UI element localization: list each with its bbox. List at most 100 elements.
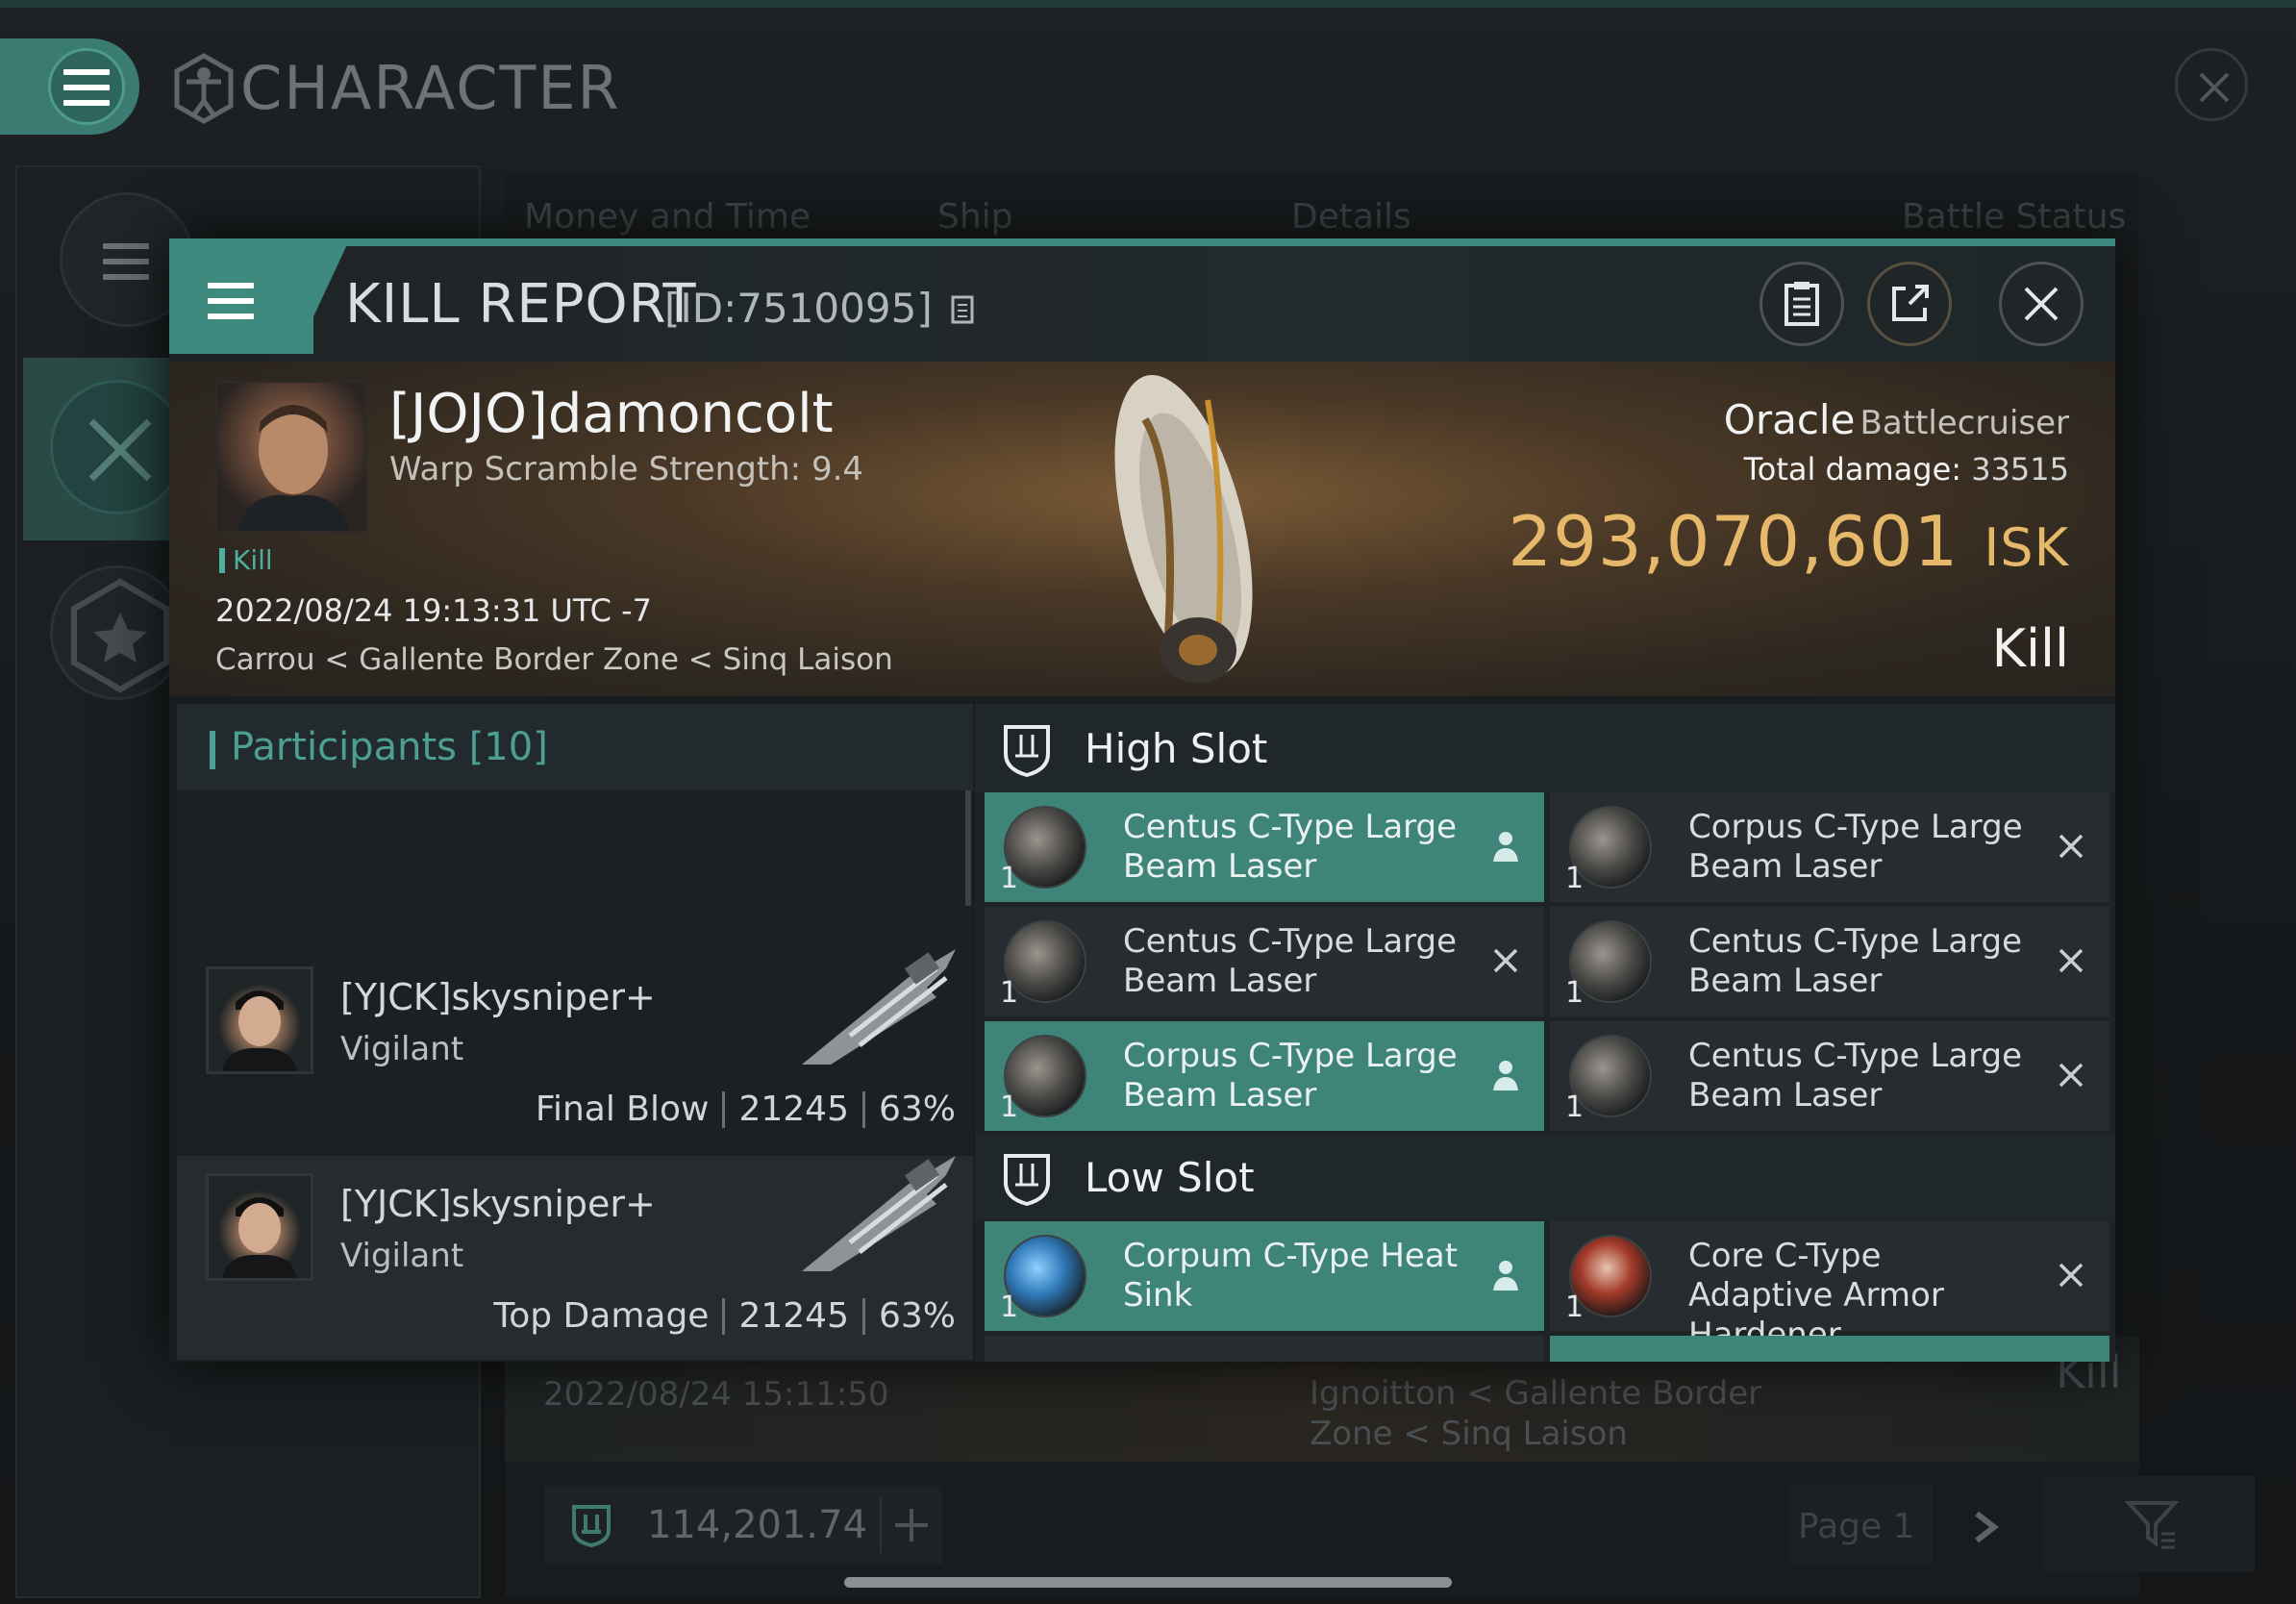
module-name: Centus C-Type Large Beam Laser — [1688, 922, 2023, 1000]
copy-id-icon[interactable] — [949, 293, 978, 326]
module-item[interactable]: 1 Centus C-Type Large Beam Laser — [985, 792, 1544, 902]
victim-portrait[interactable] — [215, 381, 367, 533]
page-title: CHARACTER — [240, 53, 621, 123]
participant-damage: 21245 — [738, 1090, 849, 1129]
tab-details[interactable]: Details — [1291, 197, 1411, 237]
participant-name[interactable]: [YJCK]skysniper+ — [340, 1183, 656, 1225]
low-slot-header: Low Slot — [975, 1133, 2115, 1221]
sidebar-item-favorites[interactable] — [50, 565, 185, 700]
module-qty: 1 — [1000, 862, 1019, 895]
menu-icon — [63, 69, 110, 106]
close-icon — [2199, 72, 2230, 103]
row-location: Ignoitton < Gallente Border Zone < Sinq … — [1310, 1374, 1762, 1453]
module-item-partial[interactable] — [1550, 1336, 2109, 1362]
participant-name[interactable]: [YJCK]skysniper+ — [340, 976, 656, 1018]
isk-value: 293,070,601 — [1508, 501, 1959, 582]
participants-header: Participants [10] — [177, 704, 973, 790]
warp-scramble-strength: Warp Scramble Strength: 9.4 — [389, 450, 864, 489]
ship-name[interactable]: Oracle — [1724, 396, 1856, 443]
pager: Page 1 — [1788, 1486, 1933, 1565]
module-name: Corpus C-Type Large Beam Laser — [1123, 1037, 1458, 1115]
high-slot-icon — [1004, 725, 1050, 777]
isk-loss: 293,070,601 ISK — [1508, 501, 2069, 582]
star-hexagon-icon — [71, 578, 169, 693]
participant-ship: Vigilant — [340, 1030, 464, 1068]
module-name: Corpus C-Type Large Beam Laser — [1688, 808, 2023, 886]
pilot-avatar — [222, 1197, 297, 1278]
kill-id-text: [ID:7510095] — [664, 285, 933, 332]
module-item[interactable]: 1 Core C-Type Adaptive Armor Hardener — [1550, 1221, 2109, 1354]
kill-location[interactable]: Carrou < Gallente Border Zone < Sinq Lai… — [215, 642, 893, 677]
row-date: 2022/08/24 15:11:50 — [543, 1375, 889, 1414]
menu-icon — [103, 243, 149, 280]
participant-percent: 63% — [878, 1090, 956, 1129]
dropped-person-icon — [1485, 1054, 1527, 1096]
clipboard-button[interactable] — [1759, 262, 1844, 346]
destroyed-x-icon — [2050, 825, 2092, 867]
pilot-avatar — [222, 990, 297, 1071]
share-icon — [1892, 285, 1929, 321]
module-qty: 1 — [1565, 862, 1585, 895]
divider — [722, 1298, 726, 1335]
page-label: Page 1 — [1798, 1507, 1915, 1546]
module-item[interactable]: 1 Corpus C-Type Large Beam Laser — [985, 1021, 1544, 1131]
participant-avatar — [206, 966, 313, 1074]
total-damage: Total damage: 33515 — [1508, 451, 2069, 488]
close-dialog-button[interactable] — [1999, 262, 2084, 346]
fitting-panel: High Slot 1 Centus C-Type Large Beam Las… — [975, 704, 2115, 1362]
total-damage-value: 33515 — [1971, 451, 2069, 488]
destroyed-x-icon — [1485, 940, 1527, 982]
module-name: Centus C-Type Large Beam Laser — [1123, 808, 1458, 886]
participants-count: [10] — [468, 725, 548, 769]
character-emblem-icon — [174, 53, 234, 124]
module-name: Centus C-Type Large Beam Laser — [1123, 922, 1458, 1000]
module-qty: 1 — [1000, 1291, 1019, 1324]
sidebar-item-battle[interactable] — [50, 380, 185, 514]
main-menu-button[interactable] — [0, 38, 139, 135]
horizontal-scrollbar[interactable] — [844, 1577, 1452, 1588]
module-item[interactable]: 1 Centus C-Type Large Beam Laser — [985, 907, 1544, 1016]
filter-icon — [2125, 1501, 2179, 1549]
participant-damage: 21245 — [738, 1296, 849, 1336]
next-page-icon[interactable] — [1969, 1508, 2004, 1546]
module-item-partial[interactable] — [985, 1336, 1544, 1362]
participant-row[interactable]: [YJCK]skysniper+ Vigilant Top Damage 2124… — [177, 1156, 973, 1360]
add-icon[interactable] — [889, 1503, 934, 1547]
kill-report-dialog: KILL REPORT [ID:7510095] [JOJO]damoncolt… — [169, 238, 2115, 1362]
participants-label: Participants — [231, 725, 457, 769]
tab-ship[interactable]: Ship — [937, 197, 1013, 237]
divider — [880, 1497, 882, 1553]
isk-unit: ISK — [1984, 517, 2069, 578]
module-name: Centus C-Type Large Beam Laser — [1688, 1037, 2023, 1115]
participant-role: Final Blow — [535, 1090, 710, 1129]
module-item[interactable]: 1 Centus C-Type Large Beam Laser — [1550, 1021, 2109, 1131]
destroyed-x-icon — [2050, 1254, 2092, 1296]
tab-money-and-time[interactable]: Money and Time — [524, 197, 811, 237]
module-name: Corpum C-Type Heat Sink — [1123, 1237, 1459, 1315]
menu-icon — [208, 283, 254, 319]
module-item[interactable]: 1 Corpus C-Type Large Beam Laser — [1550, 792, 2109, 902]
header-accent — [289, 246, 352, 354]
kill-id: [ID:7510095] — [664, 285, 978, 332]
close-icon — [2024, 287, 2059, 321]
module-item[interactable]: 1 Corpum C-Type Heat Sink — [985, 1221, 1544, 1331]
divider — [861, 1091, 865, 1128]
screen: { "background": { "title": "CHARACTER", … — [0, 0, 2296, 1604]
participant-row[interactable]: [YJCK]skysniper+ Vigilant Final Blow 2124… — [177, 949, 973, 1153]
share-button[interactable] — [1867, 262, 1952, 346]
filter-button[interactable] — [2043, 1476, 2255, 1572]
character-close-button[interactable] — [2175, 48, 2248, 121]
dropped-person-icon — [1485, 1254, 1527, 1296]
tab-battle-status[interactable]: Battle Status — [1902, 197, 2126, 237]
module-item[interactable]: 1 Centus C-Type Large Beam Laser — [1550, 907, 2109, 1016]
participants-title: Participants [10] — [210, 725, 548, 769]
module-qty: 1 — [1565, 1090, 1585, 1124]
divider — [722, 1091, 726, 1128]
participant-stats: Final Blow 21245 63% — [536, 1090, 956, 1129]
divider — [861, 1298, 865, 1335]
ship-summary: Oracle Battlecruiser Total damage: 33515… — [1508, 396, 2069, 679]
victim-name[interactable]: [JOJO]damoncolt — [389, 383, 834, 445]
pilot-avatar — [237, 405, 349, 531]
participants-scrollbar[interactable] — [965, 790, 971, 906]
participant-avatar — [206, 1173, 313, 1281]
